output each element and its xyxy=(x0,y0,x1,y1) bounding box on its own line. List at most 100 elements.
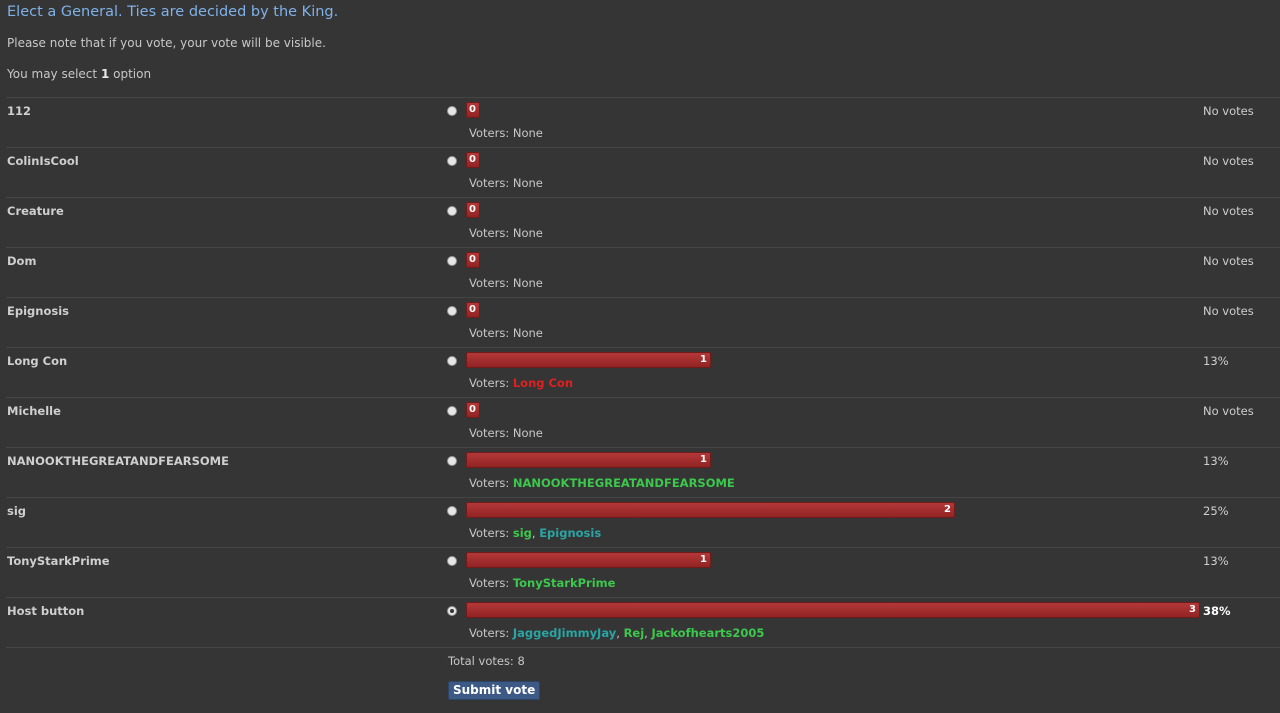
voters-line: Voters: None xyxy=(469,226,543,240)
poll-option-label: 112 xyxy=(7,104,32,118)
voter-link[interactable]: JaggedJimmyJay xyxy=(513,626,616,640)
vote-count: 1 xyxy=(700,454,707,465)
voter-link[interactable]: sig xyxy=(513,526,532,540)
vote-bar-track: 0 xyxy=(466,152,1200,168)
vote-bar-track: 0 xyxy=(466,102,1200,118)
voter-link[interactable]: Epignosis xyxy=(539,526,601,540)
vote-bar-track: 0 xyxy=(466,302,1200,318)
vote-percent: No votes xyxy=(1203,104,1254,118)
poll-option-radio[interactable] xyxy=(447,456,457,466)
vote-bar-fill: 1 xyxy=(466,352,711,368)
vote-bar-track: 0 xyxy=(466,202,1200,218)
poll-option-row: Host button 3 38% Voters: JaggedJimmyJay, R… xyxy=(6,598,1280,648)
poll-option-row: 112 0 No votes Voters: None xyxy=(6,98,1280,148)
poll-option-row: Long Con 1 13% Voters: Long Con xyxy=(6,348,1280,398)
voters-prefix: Voters: xyxy=(469,626,513,640)
vote-count: 0 xyxy=(469,304,476,315)
voters-none: None xyxy=(512,126,543,140)
poll-option-row: Michelle 0 No votes Voters: None xyxy=(6,398,1280,448)
poll-option-row: Dom 0 No votes Voters: None xyxy=(6,248,1280,298)
poll-option-row: NANOOKTHEGREATANDFEARSOME 1 13% Voters: NAN… xyxy=(6,448,1280,498)
voters-prefix: Voters: xyxy=(469,276,513,290)
voters-none: None xyxy=(512,276,543,290)
voters-line: Voters: None xyxy=(469,426,543,440)
voters-prefix: Voters: xyxy=(469,476,513,490)
voters-prefix: Voters: xyxy=(469,126,513,140)
voter-link[interactable]: NANOOKTHEGREATANDFEARSOME xyxy=(513,476,735,490)
vote-percent: No votes xyxy=(1203,154,1254,168)
vote-percent: No votes xyxy=(1203,304,1254,318)
vote-count: 0 xyxy=(469,254,476,265)
poll-option-radio[interactable] xyxy=(447,556,457,566)
poll-option-radio[interactable] xyxy=(447,306,457,316)
vote-bar-fill: 1 xyxy=(466,452,711,468)
vote-bar-track: 0 xyxy=(466,402,1200,418)
poll-option-radio[interactable] xyxy=(447,606,457,616)
vote-count: 0 xyxy=(469,404,476,415)
voters-line: Voters: JaggedJimmyJay, Rej, Jackofheart… xyxy=(469,626,765,640)
vote-bar-fill: 0 xyxy=(466,152,480,168)
poll-option-label: ColinIsCool xyxy=(7,154,79,168)
vote-bar-fill: 2 xyxy=(466,502,955,518)
voters-none: None xyxy=(512,226,543,240)
voters-prefix: Voters: xyxy=(469,426,513,440)
poll-option-radio[interactable] xyxy=(447,256,457,266)
poll-option-radio[interactable] xyxy=(447,106,457,116)
poll-option-label: sig xyxy=(7,504,27,518)
vote-percent: 38% xyxy=(1203,604,1231,618)
poll-option-radio[interactable] xyxy=(447,506,457,516)
vote-bar-fill: 0 xyxy=(466,102,480,118)
vote-bar-fill: 0 xyxy=(466,302,480,318)
vote-bar-fill: 0 xyxy=(466,402,480,418)
total-votes: Total votes: 8 xyxy=(448,654,525,668)
vote-percent: 13% xyxy=(1203,354,1229,368)
poll-option-radio[interactable] xyxy=(447,156,457,166)
vote-count: 1 xyxy=(700,554,707,565)
vote-bar-fill: 0 xyxy=(466,252,480,268)
voters-prefix: Voters: xyxy=(469,376,513,390)
poll-option-label: Dom xyxy=(7,254,37,268)
select-prefix: You may select xyxy=(7,67,101,81)
vote-bar-track: 0 xyxy=(466,252,1200,268)
voters-prefix: Voters: xyxy=(469,226,513,240)
voters-none: None xyxy=(512,426,543,440)
poll-option-row: Creature 0 No votes Voters: None xyxy=(6,198,1280,248)
submit-vote-button[interactable]: Submit vote xyxy=(448,681,541,700)
vote-percent: No votes xyxy=(1203,404,1254,418)
poll-option-radio[interactable] xyxy=(447,356,457,366)
voters-line: Voters: sig, Epignosis xyxy=(469,526,602,540)
poll-option-row: Epignosis 0 No votes Voters: None xyxy=(6,298,1280,348)
vote-count: 3 xyxy=(1189,604,1196,615)
vote-bar-track: 1 xyxy=(466,452,1200,468)
voters-line: Voters: Long Con xyxy=(469,376,573,390)
poll-option-radio[interactable] xyxy=(447,206,457,216)
voters-prefix: Voters: xyxy=(469,176,513,190)
vote-bar-track: 2 xyxy=(466,502,1200,518)
voter-link[interactable]: Jackofhearts2005 xyxy=(651,626,764,640)
poll-option-row: sig 2 25% Voters: sig, Epignosis xyxy=(6,498,1280,548)
voters-line: Voters: None xyxy=(469,326,543,340)
voter-link[interactable]: Rej xyxy=(624,626,645,640)
voters-prefix: Voters: xyxy=(469,526,513,540)
vote-percent: No votes xyxy=(1203,254,1254,268)
voter-link[interactable]: Long Con xyxy=(513,376,573,390)
voters-none: None xyxy=(512,326,543,340)
poll-option-row: ColinIsCool 0 No votes Voters: None xyxy=(6,148,1280,198)
voters-line: Voters: None xyxy=(469,126,543,140)
poll-option-label: Long Con xyxy=(7,354,68,368)
vote-bar-track: 3 xyxy=(466,602,1200,618)
voter-link[interactable]: TonyStarkPrime xyxy=(513,576,616,590)
voters-line: Voters: NANOOKTHEGREATANDFEARSOME xyxy=(469,476,735,490)
voters-line: Voters: TonyStarkPrime xyxy=(469,576,615,590)
voters-none: None xyxy=(512,176,543,190)
poll-option-row: TonyStarkPrime 1 13% Voters: TonyStarkPrime xyxy=(6,548,1280,598)
vote-count: 0 xyxy=(469,204,476,215)
voters-line: Voters: None xyxy=(469,276,543,290)
poll-visibility-note: Please note that if you vote, your vote … xyxy=(7,36,326,50)
poll-option-label: Host button xyxy=(7,604,85,618)
poll-option-label: Epignosis xyxy=(7,304,69,318)
voters-line: Voters: None xyxy=(469,176,543,190)
poll-option-radio[interactable] xyxy=(447,406,457,416)
vote-count: 0 xyxy=(469,104,476,115)
voters-prefix: Voters: xyxy=(469,326,513,340)
